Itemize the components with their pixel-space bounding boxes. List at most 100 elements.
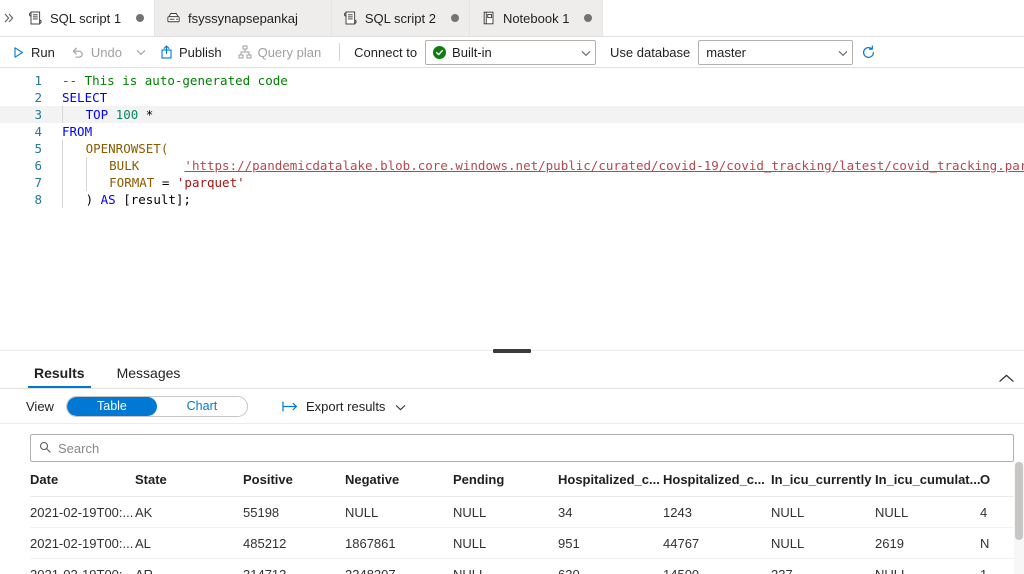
chevron-down-icon xyxy=(838,45,848,60)
indent-guide xyxy=(62,140,63,157)
cell-positive: 485212 xyxy=(243,527,345,559)
undo-more-button[interactable] xyxy=(130,40,152,64)
line-content: SELECT xyxy=(52,89,1024,106)
results-tab-bar: Results Messages xyxy=(0,356,1024,389)
sql-script-icon xyxy=(29,11,42,25)
line-number: 7 xyxy=(34,175,42,190)
results-search-row xyxy=(0,424,1024,462)
code-line: 5 OPENROWSET( xyxy=(0,140,1024,157)
column-header-date[interactable]: Date xyxy=(30,462,135,497)
indent-guide xyxy=(62,191,63,208)
line-content: TOP 100 * xyxy=(52,106,1024,123)
indent-guide xyxy=(85,174,87,191)
use-database-value: master xyxy=(706,44,747,60)
tab-notebook-1[interactable]: Notebook 1 xyxy=(469,0,604,36)
scrollbar-thumb[interactable] xyxy=(1015,462,1023,540)
tab-label: SQL script 1 xyxy=(50,10,122,26)
collapse-results-button[interactable] xyxy=(999,374,1014,383)
results-pane-splitter[interactable] xyxy=(0,346,1024,356)
cell-positive: 314713 xyxy=(243,558,345,574)
table-row[interactable]: 2021-02-19T00:... AL 485212 1867861 NULL… xyxy=(30,527,1024,559)
column-header-negative[interactable]: Negative xyxy=(345,462,453,497)
column-header-state[interactable]: State xyxy=(135,462,243,497)
cell-negative: 1867861 xyxy=(345,527,453,559)
expand-sidebar-button[interactable] xyxy=(0,0,17,36)
splitter-grip[interactable] xyxy=(493,349,531,353)
line-number: 6 xyxy=(34,158,42,173)
view-option-chart[interactable]: Chart xyxy=(156,396,247,416)
export-icon xyxy=(282,400,299,412)
export-results-button[interactable]: Export results xyxy=(282,399,406,414)
sql-keyword-as: AS xyxy=(100,192,116,207)
table-row[interactable]: 2021-02-19T00:... AR 314713 2348207 NULL… xyxy=(30,558,1024,574)
column-header-positive[interactable]: Positive xyxy=(243,462,345,497)
tab-strip-filler xyxy=(603,0,1024,36)
sql-equals: = xyxy=(161,175,170,190)
cell-negative: NULL xyxy=(345,496,453,528)
results-toolbar: View Table Chart Export results xyxy=(0,389,1024,424)
column-header-pending[interactable]: Pending xyxy=(453,462,558,497)
tab-sql-script-1[interactable]: SQL script 1 xyxy=(17,0,156,36)
use-database-dropdown[interactable]: master xyxy=(698,39,854,65)
sql-script-icon xyxy=(343,11,357,25)
tab-unsaved-indicator[interactable] xyxy=(136,14,145,22)
connect-to-dropdown[interactable]: Built-in xyxy=(425,39,597,65)
query-plan-icon xyxy=(238,45,252,59)
chevron-down-icon xyxy=(395,399,406,414)
tab-sql-script-2[interactable]: SQL script 2 xyxy=(331,0,470,36)
cell-state: AL xyxy=(135,527,243,559)
column-header-hospitalized-currently[interactable]: Hospitalized_c... xyxy=(558,462,663,497)
export-results-label: Export results xyxy=(305,398,386,414)
tab-messages[interactable]: Messages xyxy=(111,365,187,388)
notebook-icon xyxy=(483,11,494,25)
sql-string-parquet: 'parquet' xyxy=(176,175,245,190)
tab-fsyssynapsepankaj[interactable]: fsyssynapsepankaj xyxy=(155,0,332,36)
indent-guide xyxy=(62,157,63,174)
green-check-icon xyxy=(433,45,447,59)
column-header-in-icu-cumulative[interactable]: In_icu_cumulat... xyxy=(875,462,980,497)
query-plan-button[interactable]: Query plan xyxy=(230,40,330,64)
column-header-hospitalized-cumulative[interactable]: Hospitalized_c... xyxy=(663,462,771,497)
results-vertical-scrollbar[interactable] xyxy=(1014,462,1024,574)
cell-in-icu-cumulative: NULL xyxy=(875,496,980,528)
indent-guide xyxy=(62,106,63,123)
sql-editor[interactable]: 1 -- This is auto-generated code 2 SELEC… xyxy=(0,68,1024,346)
editor-tab-strip: SQL script 1 fsyssynapsepankaj SQL scrip… xyxy=(0,0,1024,37)
search-input[interactable] xyxy=(58,440,1005,456)
view-label: View xyxy=(26,398,54,414)
view-option-table[interactable]: Table xyxy=(66,396,157,416)
cell-in-icu-currently: NULL xyxy=(771,527,875,559)
cell-pending: NULL xyxy=(453,558,558,574)
run-button[interactable]: Run xyxy=(4,40,63,64)
cell-in-icu-cumulative: NULL xyxy=(875,558,980,574)
sql-function-openrowset: OPENROWSET( xyxy=(85,141,169,156)
table-row[interactable]: 2021-02-19T00:... AK 55198 NULL NULL 34 … xyxy=(30,496,1024,528)
refresh-databases-button[interactable] xyxy=(853,44,884,60)
code-line: 1 -- This is auto-generated code xyxy=(0,72,1024,89)
chevron-double-right-icon xyxy=(4,13,13,23)
sql-editor-content[interactable]: 1 -- This is auto-generated code 2 SELEC… xyxy=(0,68,1024,208)
query-plan-label: Query plan xyxy=(257,44,322,60)
view-toggle[interactable]: Table Chart xyxy=(65,395,248,417)
sql-alias-result: [result]; xyxy=(115,192,191,207)
line-number: 2 xyxy=(34,90,42,105)
code-line: 4 FROM xyxy=(0,123,1024,140)
results-grid[interactable]: Date State Positive Negative Pending Hos… xyxy=(0,462,1024,574)
chevron-up-icon xyxy=(999,374,1014,382)
play-icon xyxy=(14,46,23,58)
line-number: 4 xyxy=(34,124,42,139)
undo-button[interactable]: Undo xyxy=(63,40,130,64)
tab-unsaved-indicator[interactable] xyxy=(584,14,593,22)
results-pane: Results Messages View Table Chart Export… xyxy=(0,356,1024,574)
publish-icon xyxy=(161,45,172,59)
publish-button[interactable]: Publish xyxy=(152,40,230,64)
tab-unsaved-indicator[interactable] xyxy=(450,14,459,22)
search-box[interactable] xyxy=(30,434,1014,462)
line-number: 5 xyxy=(34,141,42,156)
column-header-in-icu-currently[interactable]: In_icu_currently xyxy=(771,462,875,497)
line-number: 8 xyxy=(34,192,42,207)
line-content: FROM xyxy=(52,123,1024,140)
code-line: 7 FORMAT = 'parquet' xyxy=(0,174,1024,191)
sql-star: * xyxy=(145,107,154,122)
tab-results[interactable]: Results xyxy=(28,365,91,388)
